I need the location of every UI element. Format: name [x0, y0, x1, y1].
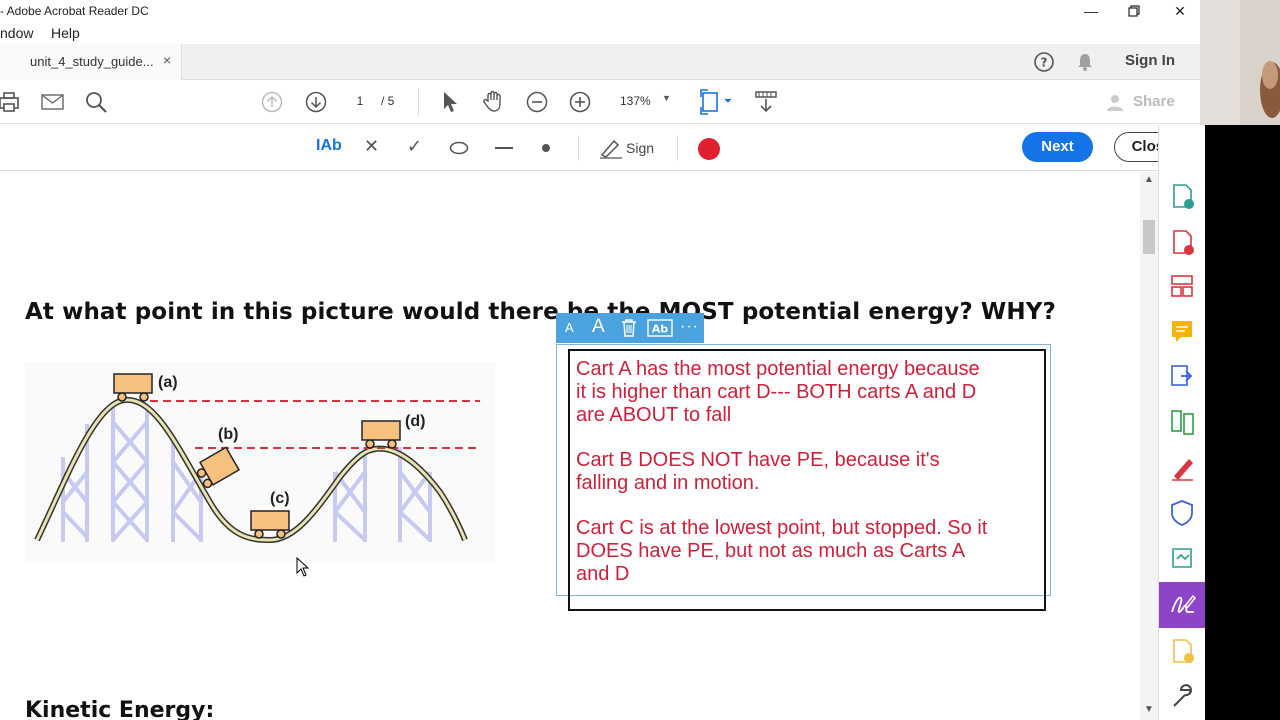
annotation-line: falling and in motion. — [576, 472, 760, 494]
scroll-up-icon[interactable]: ▲ — [1144, 174, 1154, 185]
tab-label: unit_4_study_guide... — [30, 54, 154, 69]
hand-tool-icon[interactable] — [482, 89, 506, 113]
email-icon[interactable] — [41, 93, 65, 111]
scroll-mode-icon[interactable] — [754, 90, 778, 114]
create-pdf-icon[interactable] — [1159, 175, 1206, 215]
share-button[interactable]: Share — [1133, 93, 1175, 110]
label-a: (a) — [158, 374, 178, 391]
page-number-input[interactable]: 1 — [345, 94, 375, 108]
label-c: (c) — [270, 490, 290, 507]
question-heading: At what point in this picture would ther… — [25, 299, 1056, 325]
main-toolbar: 1 / 5 137% ▼ Share — [0, 80, 1200, 124]
webcam-image — [1200, 0, 1280, 125]
add-text-tool[interactable]: IAb — [316, 137, 342, 155]
scrollbar-thumb[interactable] — [1143, 220, 1155, 254]
annotation-paragraph-2: Cart B DOES NOT have PE, because it's fa… — [576, 449, 940, 495]
menu-help[interactable]: Help — [51, 25, 80, 41]
share-icon[interactable] — [1106, 93, 1126, 113]
minimize-button[interactable]: — — [1081, 2, 1101, 20]
comment-icon[interactable] — [1159, 311, 1206, 351]
increase-font-button[interactable]: A — [592, 316, 605, 338]
fill-sign-tool-active[interactable] — [1159, 582, 1206, 628]
more-tools-doc-icon[interactable] — [1159, 630, 1206, 670]
roller-coaster-diagram: (a) (b) (c) (d) — [25, 362, 495, 562]
help-icon[interactable]: ? — [1033, 51, 1055, 73]
mouse-cursor-icon — [296, 557, 310, 577]
decrease-font-button[interactable]: A — [565, 320, 574, 335]
annotation-line: it is higher than cart D--- BOTH carts A… — [576, 381, 977, 403]
check-mark-tool[interactable]: ✓ — [407, 136, 422, 157]
annotation-paragraph-3: Cart C is at the lowest point, but stopp… — [576, 517, 987, 586]
svg-text:?: ? — [1041, 56, 1048, 70]
export-pdf-icon[interactable] — [1159, 221, 1206, 261]
annotation-line: are ABOUT to fall — [576, 404, 732, 426]
more-options-icon[interactable]: ··· — [680, 318, 699, 336]
tools-pane — [1158, 125, 1206, 720]
restore-icon — [1128, 5, 1140, 17]
text-field-icon[interactable]: Ab — [647, 319, 673, 337]
dot-tool-icon[interactable] — [541, 143, 551, 153]
external-black-area — [1205, 125, 1280, 720]
delete-icon[interactable] — [620, 318, 638, 338]
page-total: / 5 — [381, 94, 395, 108]
pen-sign-icon[interactable] — [598, 137, 624, 159]
annotation-toolbar: A A Ab ··· — [556, 313, 704, 343]
zoom-dropdown-icon[interactable]: ▼ — [662, 93, 671, 103]
next-page-icon[interactable] — [305, 91, 327, 113]
fill-sign-toolbar: IAb ✕ ✓ Sign Next Close — [0, 125, 1205, 171]
window-title: - Adobe Acrobat Reader DC — [0, 4, 149, 18]
scroll-down-icon[interactable]: ▼ — [1144, 704, 1154, 715]
previous-page-icon[interactable] — [261, 91, 283, 113]
select-cursor-icon[interactable] — [441, 90, 459, 114]
next-button[interactable]: Next — [1022, 132, 1093, 162]
close-window-button[interactable]: ✕ — [1170, 2, 1190, 20]
document-tab[interactable]: unit_4_study_guide... × — [0, 44, 182, 80]
search-icon[interactable] — [85, 91, 109, 115]
webcam-overlay — [1200, 0, 1280, 125]
page-fit-icon[interactable] — [700, 89, 734, 115]
organize-pages-icon[interactable] — [1159, 266, 1206, 306]
window-titlebar: - Adobe Acrobat Reader DC — ✕ — [0, 0, 1200, 24]
label-b: (b) — [218, 426, 238, 443]
vertical-scrollbar[interactable]: ▲ ▼ — [1140, 172, 1158, 720]
kinetic-energy-heading: Kinetic Energy: — [25, 698, 215, 720]
signbar-divider — [578, 135, 579, 161]
svg-text:Ab: Ab — [652, 323, 669, 336]
tab-bar: unit_4_study_guide... × ? Sign In — [0, 44, 1200, 80]
fill-sign-pen-icon[interactable] — [1159, 446, 1206, 486]
annotation-line: Cart A has the most potential energy bec… — [576, 358, 980, 380]
toolbar-divider — [418, 88, 419, 116]
print-icon[interactable] — [0, 91, 20, 113]
annotation-line: Cart B DOES NOT have PE, because it's — [576, 449, 940, 471]
protect-icon[interactable] — [1159, 492, 1206, 532]
zoom-level[interactable]: 137% — [620, 94, 651, 108]
send-for-review-icon[interactable] — [1159, 537, 1206, 577]
signature-icon — [1171, 594, 1197, 613]
bell-icon[interactable] — [1075, 52, 1095, 72]
color-picker-icon[interactable] — [697, 137, 721, 161]
annotation-line: Cart C is at the lowest point, but stopp… — [576, 517, 988, 539]
sign-button[interactable]: Sign — [626, 140, 654, 156]
tab-close-button[interactable]: × — [163, 52, 171, 68]
annotation-line: DOES have PE, but not as much as Carts A — [576, 540, 966, 562]
zoom-in-icon[interactable] — [569, 91, 591, 113]
tools-wrench-icon[interactable] — [1159, 676, 1206, 716]
annotation-paragraph-1: Cart A has the most potential energy bec… — [576, 358, 980, 427]
sign-in-link[interactable]: Sign In — [1125, 52, 1175, 69]
label-d: (d) — [405, 413, 425, 430]
line-tool-icon[interactable] — [494, 146, 514, 150]
restore-button[interactable] — [1124, 2, 1144, 20]
ellipse-tool-icon[interactable] — [449, 141, 469, 155]
menu-window[interactable]: ndow — [0, 25, 33, 41]
annotation-line: and D — [576, 563, 630, 585]
signbar-divider-2 — [677, 135, 678, 161]
menubar: ndow Help — [0, 24, 1200, 44]
cross-mark-tool[interactable]: ✕ — [364, 136, 379, 157]
zoom-out-icon[interactable] — [526, 91, 548, 113]
compare-icon[interactable] — [1159, 401, 1206, 441]
edit-pdf-icon[interactable] — [1159, 356, 1206, 396]
